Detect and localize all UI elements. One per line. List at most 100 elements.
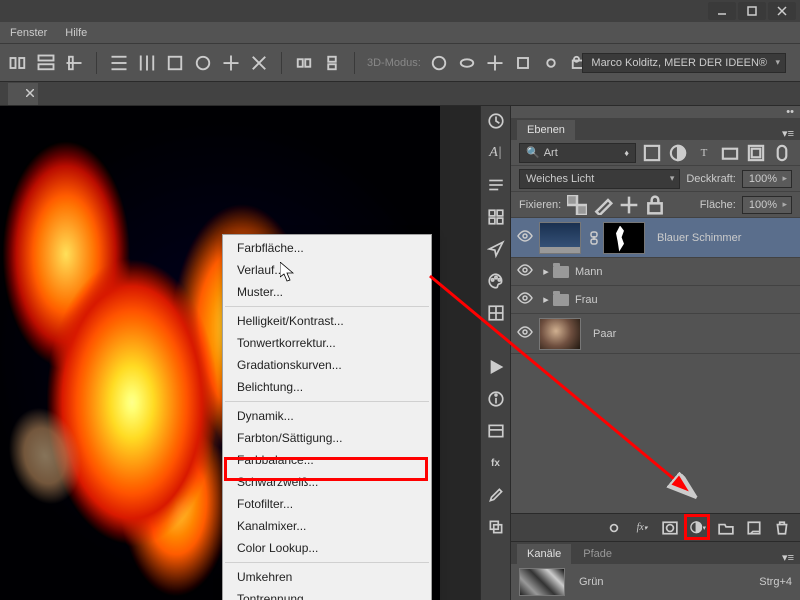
menu-fenster[interactable]: Fenster bbox=[10, 27, 47, 39]
properties-panel-icon[interactable] bbox=[487, 422, 505, 440]
disclosure-icon[interactable]: ▸ bbox=[539, 293, 553, 306]
minimize-button[interactable] bbox=[708, 2, 736, 20]
credit-dropdown[interactable]: Marco Kolditz, MEER DER IDEEN® bbox=[582, 53, 786, 73]
adjustments-panel-icon[interactable] bbox=[487, 304, 505, 322]
menu-item[interactable]: Tontrennung... bbox=[223, 588, 431, 600]
filter-type-icon[interactable]: T bbox=[694, 143, 714, 163]
menu-item[interactable]: Color Lookup... bbox=[223, 537, 431, 559]
menu-item[interactable]: Farbton/Sättigung... bbox=[223, 427, 431, 449]
lock-pixels-icon[interactable] bbox=[593, 195, 613, 215]
layer-thumbnail[interactable] bbox=[539, 222, 581, 254]
document-tab[interactable] bbox=[8, 83, 38, 105]
filter-smart-icon[interactable] bbox=[746, 143, 766, 163]
fill-input[interactable]: 100% bbox=[742, 196, 792, 214]
new-layer-icon[interactable] bbox=[746, 520, 762, 536]
info-panel-icon[interactable] bbox=[487, 390, 505, 408]
layer-mann[interactable]: ▸ Mann bbox=[511, 258, 800, 286]
visibility-icon[interactable] bbox=[517, 264, 533, 279]
layer-name[interactable]: Mann bbox=[575, 266, 603, 278]
menu-item[interactable]: Farbfläche... bbox=[223, 237, 431, 259]
mask-icon[interactable] bbox=[662, 520, 678, 536]
menu-item[interactable]: Verlauf... bbox=[223, 259, 431, 281]
actions-panel-icon[interactable] bbox=[487, 358, 505, 376]
menu-item[interactable]: Dynamik... bbox=[223, 405, 431, 427]
align-icon-2[interactable] bbox=[36, 53, 56, 73]
layer-name[interactable]: Frau bbox=[575, 294, 598, 306]
styles-panel-icon[interactable]: fx bbox=[487, 454, 505, 472]
layer-name[interactable]: Blauer Schimmer bbox=[657, 232, 741, 244]
layer-thumbnail[interactable] bbox=[539, 318, 581, 350]
paragraph-panel-icon[interactable] bbox=[487, 176, 505, 194]
3d-icon-2[interactable] bbox=[457, 53, 477, 73]
menu-item[interactable]: Belichtung... bbox=[223, 376, 431, 398]
color-panel-icon[interactable] bbox=[487, 272, 505, 290]
auto-icon-2[interactable] bbox=[322, 53, 342, 73]
menu-item[interactable]: Helligkeit/Kontrast... bbox=[223, 310, 431, 332]
close-icon[interactable] bbox=[26, 88, 34, 100]
dist-icon-4[interactable] bbox=[193, 53, 213, 73]
menu-hilfe[interactable]: Hilfe bbox=[65, 27, 87, 39]
lock-all-icon[interactable] bbox=[645, 195, 665, 215]
layer-name[interactable]: Paar bbox=[593, 328, 616, 340]
3d-icon-4[interactable] bbox=[513, 53, 533, 73]
dist-icon-1[interactable] bbox=[109, 53, 129, 73]
tab-ebenen[interactable]: Ebenen bbox=[517, 120, 575, 140]
lock-transparent-icon[interactable] bbox=[567, 195, 587, 215]
3d-icon-5[interactable] bbox=[541, 53, 561, 73]
menu-item[interactable]: Fotofilter... bbox=[223, 493, 431, 515]
close-button[interactable] bbox=[768, 2, 796, 20]
swatches-panel-icon[interactable] bbox=[487, 208, 505, 226]
collapse-icon[interactable]: •• bbox=[786, 106, 794, 118]
new-group-icon[interactable] bbox=[718, 520, 734, 536]
menu-item[interactable]: Muster... bbox=[223, 281, 431, 303]
panel-menu-icon[interactable]: ▾≡ bbox=[782, 127, 794, 140]
auto-icon-1[interactable] bbox=[294, 53, 314, 73]
tab-pfade[interactable]: Pfade bbox=[573, 544, 622, 564]
menu-separator bbox=[225, 401, 429, 402]
lock-position-icon[interactable] bbox=[619, 195, 639, 215]
panel-menu-icon[interactable]: ▾≡ bbox=[782, 551, 794, 564]
dist-icon-6[interactable] bbox=[249, 53, 269, 73]
folder-icon bbox=[553, 294, 569, 306]
visibility-icon[interactable] bbox=[517, 230, 533, 245]
filter-adjust-icon[interactable] bbox=[668, 143, 688, 163]
dist-icon-2[interactable] bbox=[137, 53, 157, 73]
delete-layer-icon[interactable] bbox=[774, 520, 790, 536]
maximize-button[interactable] bbox=[738, 2, 766, 20]
link-layers-icon[interactable] bbox=[606, 520, 622, 536]
canvas-area[interactable]: Farbfläche...Verlauf...Muster... Helligke… bbox=[0, 106, 480, 600]
menu-item[interactable]: Tonwertkorrektur... bbox=[223, 332, 431, 354]
layer-mask-thumbnail[interactable] bbox=[603, 222, 645, 254]
align-icon-3[interactable] bbox=[64, 53, 84, 73]
dist-icon-3[interactable] bbox=[165, 53, 185, 73]
channel-row[interactable]: Grün Strg+4 bbox=[511, 564, 800, 600]
layer-paar[interactable]: Paar bbox=[511, 314, 800, 354]
visibility-icon[interactable] bbox=[517, 292, 533, 307]
history-panel-icon[interactable] bbox=[487, 112, 505, 130]
filter-pixel-icon[interactable] bbox=[642, 143, 662, 163]
3d-icon-3[interactable] bbox=[485, 53, 505, 73]
layer-filter-select[interactable]: 🔍 Art ♦ bbox=[519, 143, 636, 163]
blend-mode-select[interactable]: Weiches Licht bbox=[519, 169, 680, 189]
disclosure-icon[interactable]: ▸ bbox=[539, 265, 553, 278]
fx-icon[interactable]: fx▾ bbox=[634, 520, 650, 536]
filter-shape-icon[interactable] bbox=[720, 143, 740, 163]
layer-blauer-schimmer[interactable]: Blauer Schimmer bbox=[511, 218, 800, 258]
tab-kanaele[interactable]: Kanäle bbox=[517, 544, 571, 564]
dist-icon-5[interactable] bbox=[221, 53, 241, 73]
clone-panel-icon[interactable] bbox=[487, 518, 505, 536]
filter-toggle[interactable] bbox=[772, 143, 792, 163]
navigator-panel-icon[interactable] bbox=[487, 240, 505, 258]
menu-item[interactable]: Kanalmixer... bbox=[223, 515, 431, 537]
layer-frau[interactable]: ▸ Frau bbox=[511, 286, 800, 314]
channel-shortcut: Strg+4 bbox=[759, 576, 792, 588]
opacity-input[interactable]: 100% bbox=[742, 170, 792, 188]
visibility-icon[interactable] bbox=[517, 326, 533, 341]
menu-item[interactable]: Umkehren bbox=[223, 566, 431, 588]
brush-panel-icon[interactable] bbox=[487, 486, 505, 504]
character-panel-icon[interactable]: A| bbox=[487, 144, 505, 162]
align-icon-1[interactable] bbox=[8, 53, 28, 73]
menu-item[interactable]: Gradationskurven... bbox=[223, 354, 431, 376]
link-icon[interactable] bbox=[587, 229, 601, 247]
3d-icon-1[interactable] bbox=[429, 53, 449, 73]
